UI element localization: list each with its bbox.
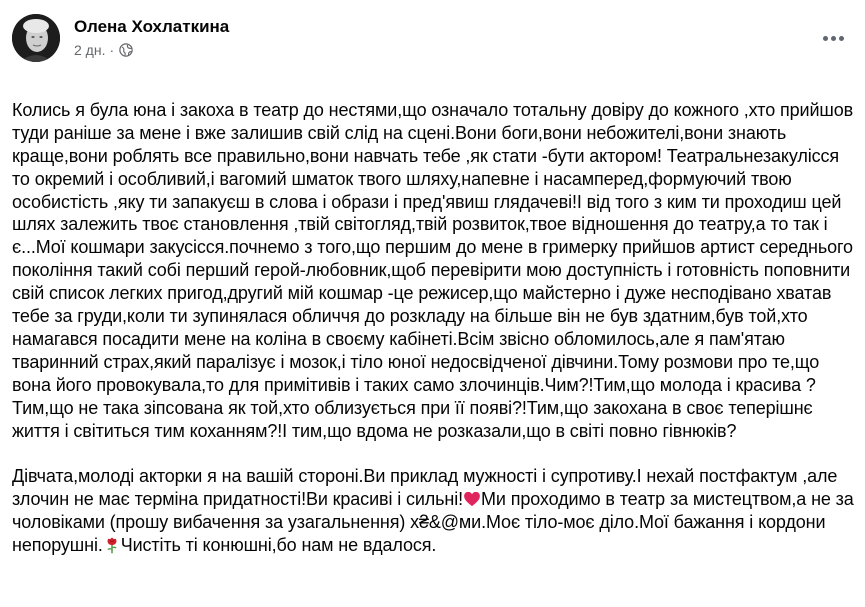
post-paragraph: Колись я була юна і закоха в театр до не…	[12, 99, 854, 441]
closing-text-c: Чистіть ті конюшні,бо нам не вдалося.	[120, 535, 437, 556]
facebook-post: Олена Хохлаткина 2 дн. · Колись я була ю…	[0, 0, 865, 607]
post-body: Колись я була юна і закоха в театр до не…	[12, 76, 854, 580]
post-meta: Олена Хохлаткина 2 дн. ·	[74, 16, 229, 60]
avatar[interactable]	[12, 14, 60, 62]
post-header: Олена Хохлаткина 2 дн. ·	[12, 12, 229, 64]
post-paragraph-closing: Дівчата,молоді акторки я на вашій сторон…	[12, 465, 854, 557]
separator: ·	[109, 42, 115, 58]
more-options-icon[interactable]	[815, 20, 851, 56]
post-timestamp[interactable]: 2 дн.	[74, 40, 105, 60]
rose-icon	[103, 536, 121, 554]
post-subline: 2 дн. ·	[74, 40, 229, 60]
red-heart-icon	[463, 490, 481, 508]
globe-icon[interactable]	[119, 43, 133, 57]
author-name[interactable]: Олена Хохлаткина	[74, 16, 229, 38]
